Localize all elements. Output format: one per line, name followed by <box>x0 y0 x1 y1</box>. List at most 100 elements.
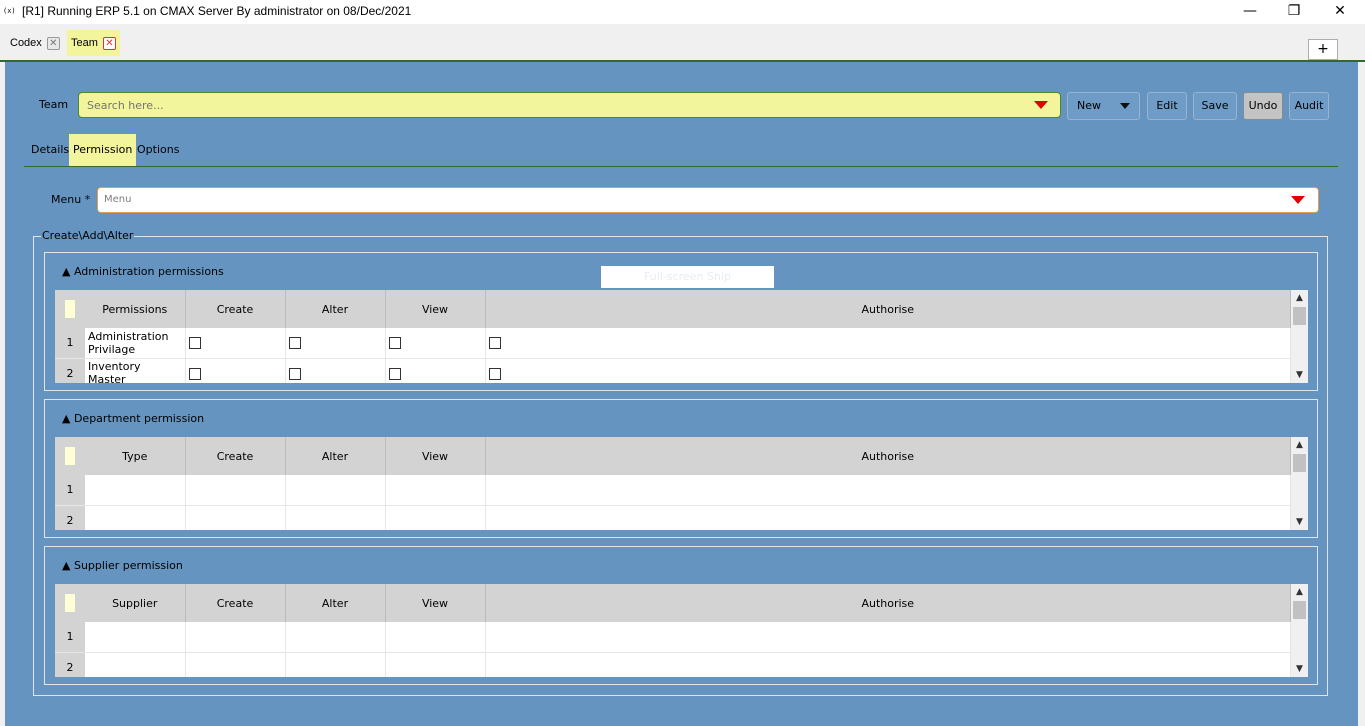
tab-options[interactable]: Options <box>133 134 183 166</box>
table-row: 1 <box>55 622 1291 653</box>
close-icon[interactable]: ✕ <box>46 36 60 50</box>
column-header: Create <box>185 437 286 475</box>
authorise-cell[interactable] <box>485 652 1291 677</box>
view-checkbox[interactable] <box>388 367 401 380</box>
group-title[interactable]: ▲ Department permission <box>62 412 204 425</box>
authorise-cell[interactable] <box>485 475 1291 506</box>
restore-button[interactable]: ❐ <box>1274 0 1314 24</box>
row-number: 2 <box>55 652 85 677</box>
view-cell[interactable] <box>385 652 486 677</box>
grid-corner <box>55 290 85 328</box>
supplier-cell[interactable] <box>85 652 186 677</box>
save-button[interactable]: Save <box>1193 92 1237 120</box>
column-header: Type <box>85 437 186 475</box>
tab-divider <box>24 166 1338 167</box>
create-cell[interactable] <box>185 505 286 530</box>
column-header: Authorise <box>485 290 1291 328</box>
team-search-box[interactable] <box>78 92 1061 118</box>
authorise-cell[interactable] <box>485 622 1291 653</box>
tab-permission[interactable]: Permission <box>69 134 137 166</box>
scroll-down-icon[interactable]: ▼ <box>1291 367 1308 383</box>
minimize-button[interactable]: — <box>1230 0 1270 24</box>
chevron-down-icon[interactable] <box>1120 103 1130 109</box>
main-panel: Team New Edit Save Undo Audit Details Pe… <box>5 62 1358 726</box>
scroll-down-icon[interactable]: ▼ <box>1291 514 1308 530</box>
row-number: 1 <box>55 328 85 359</box>
type-cell[interactable] <box>85 475 186 506</box>
vertical-scrollbar[interactable]: ▲ ▼ <box>1291 290 1308 383</box>
row-number: 1 <box>55 622 85 653</box>
column-header: View <box>385 584 486 622</box>
scroll-thumb[interactable] <box>1293 454 1306 472</box>
close-window-button[interactable]: ✕ <box>1320 0 1360 24</box>
undo-button[interactable]: Undo <box>1243 92 1283 120</box>
snip-overlay: Full-screen Snip <box>601 266 774 288</box>
authorise-checkbox[interactable] <box>488 367 501 380</box>
view-checkbox[interactable] <box>388 337 401 350</box>
column-header: Alter <box>285 584 386 622</box>
tab-label: Codex <box>10 37 42 49</box>
close-icon[interactable]: ✕ <box>102 36 116 50</box>
dropdown-arrow-icon[interactable] <box>1291 196 1305 204</box>
tab-codex[interactable]: Codex ✕ <box>6 30 64 56</box>
view-cell[interactable] <box>385 475 486 506</box>
document-tab-strip: Codex ✕ Team ✕ + <box>0 24 1365 62</box>
supplier-permission-group: ▲ Supplier permission Supplier Create Al… <box>44 546 1318 685</box>
authorise-cell[interactable] <box>485 505 1291 530</box>
view-cell[interactable] <box>385 622 486 653</box>
new-button[interactable]: New <box>1067 92 1140 120</box>
column-header: View <box>385 290 486 328</box>
row-number: 1 <box>55 475 85 506</box>
scroll-thumb[interactable] <box>1293 307 1306 325</box>
menu-label: Menu * <box>51 193 91 206</box>
authorise-checkbox[interactable] <box>488 337 501 350</box>
vertical-scrollbar[interactable]: ▲ ▼ <box>1291 437 1308 530</box>
alter-cell[interactable] <box>285 622 386 653</box>
table-row: 2 <box>55 505 1291 530</box>
audit-button[interactable]: Audit <box>1289 92 1329 120</box>
scroll-down-icon[interactable]: ▼ <box>1291 661 1308 677</box>
alter-checkbox[interactable] <box>288 367 301 380</box>
edit-button[interactable]: Edit <box>1147 92 1187 120</box>
group-title[interactable]: ▲ Administration permissions <box>62 265 224 278</box>
column-header: Permissions <box>85 290 186 328</box>
scroll-up-icon[interactable]: ▲ <box>1291 437 1308 453</box>
column-header: Supplier <box>85 584 186 622</box>
scroll-thumb[interactable] <box>1293 601 1306 619</box>
table-row: 2 <box>55 652 1291 677</box>
permissions-grid: Supplier Create Alter View Authorise 1 2… <box>55 584 1308 677</box>
create-cell[interactable] <box>185 652 286 677</box>
menu-select[interactable]: Menu <box>97 187 1319 213</box>
alter-checkbox[interactable] <box>288 337 301 350</box>
create-cell[interactable] <box>185 622 286 653</box>
create-checkbox[interactable] <box>188 337 201 350</box>
menu-placeholder: Menu <box>104 194 132 205</box>
type-cell[interactable] <box>85 505 186 530</box>
create-checkbox[interactable] <box>188 367 201 380</box>
permission-name: Inventory Master <box>85 358 186 383</box>
group-title[interactable]: ▲ Supplier permission <box>62 559 183 572</box>
scroll-up-icon[interactable]: ▲ <box>1291 584 1308 600</box>
column-header: Alter <box>285 437 386 475</box>
tab-details[interactable]: Details <box>27 134 73 166</box>
tab-team[interactable]: Team ✕ <box>67 30 120 56</box>
view-cell[interactable] <box>385 505 486 530</box>
table-row: 1 <box>55 475 1291 506</box>
create-cell[interactable] <box>185 475 286 506</box>
scroll-up-icon[interactable]: ▲ <box>1291 290 1308 306</box>
grid-corner <box>55 584 85 622</box>
column-header: Authorise <box>485 584 1291 622</box>
new-tab-button[interactable]: + <box>1308 39 1338 60</box>
alter-cell[interactable] <box>285 475 386 506</box>
dropdown-arrow-icon[interactable] <box>1034 101 1048 109</box>
team-search-input[interactable] <box>85 97 1005 114</box>
supplier-cell[interactable] <box>85 622 186 653</box>
column-header: Authorise <box>485 437 1291 475</box>
column-header: View <box>385 437 486 475</box>
row-number: 2 <box>55 358 85 383</box>
vertical-scrollbar[interactable]: ▲ ▼ <box>1291 584 1308 677</box>
tab-label: Team <box>71 37 98 49</box>
permissions-grid: Type Create Alter View Authorise 1 2 ▲ ▼ <box>55 437 1308 530</box>
alter-cell[interactable] <box>285 652 386 677</box>
alter-cell[interactable] <box>285 505 386 530</box>
